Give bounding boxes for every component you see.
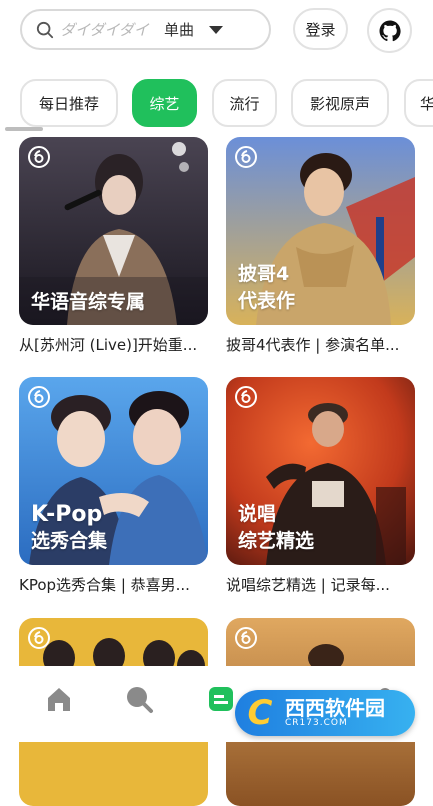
playlist-cover[interactable]: 披哥4 代表作: [226, 137, 415, 325]
playlist-caption[interactable]: KPop选秀合集 | 恭喜男...: [19, 574, 208, 595]
tab-variety[interactable]: 综艺: [132, 79, 197, 127]
playlist-caption[interactable]: 从[苏州河 (Live)]开始重...: [19, 334, 208, 355]
playlist-icon[interactable]: [206, 684, 236, 714]
playlist-cover[interactable]: 华语音综专属: [19, 137, 208, 325]
netease-music-icon: [28, 627, 50, 649]
search-icon: [36, 21, 54, 38]
playlist-card[interactable]: 华语音综专属 从[苏州河 (Live)]开始重...: [19, 137, 208, 355]
tab-daily[interactable]: 每日推荐: [20, 79, 118, 127]
playlist-caption[interactable]: 说唱综艺精选 | 记录每...: [226, 574, 415, 595]
home-icon[interactable]: [44, 684, 74, 714]
watermark-logo: C 西西软件园 CR173.COM: [235, 690, 415, 736]
playlist-caption[interactable]: 披哥4代表作 | 参演名单...: [226, 334, 415, 355]
netease-music-icon: [235, 627, 257, 649]
tab-chinese[interactable]: 华: [404, 79, 433, 127]
watermark-brand: 西西软件园: [285, 695, 385, 720]
tab-pop[interactable]: 流行: [212, 79, 277, 127]
watermark-url: CR173.COM: [285, 717, 348, 728]
playlist-cover[interactable]: 说唱 综艺精选: [226, 377, 415, 565]
playlist-card[interactable]: 披哥4 代表作 披哥4代表作 | 参演名单...: [226, 137, 415, 355]
category-tabs: 每日推荐 综艺 流行 影视原声 华: [20, 79, 433, 127]
netease-music-icon: [235, 146, 257, 168]
playlist-cover[interactable]: K-Pop 选秀合集: [19, 377, 208, 565]
chevron-down-icon[interactable]: [208, 25, 224, 35]
search-input[interactable]: ダイダイダイ: [60, 19, 156, 40]
cover-title: 披哥4 代表作: [238, 263, 296, 312]
search-icon[interactable]: [124, 684, 154, 714]
cover-title: K-Pop 选秀合集: [31, 502, 108, 552]
github-button[interactable]: [367, 8, 412, 53]
playlist-card[interactable]: 说唱 综艺精选 说唱综艺精选 | 记录每...: [226, 377, 415, 595]
cover-title: 华语音综专属: [31, 291, 146, 313]
search-bar[interactable]: ダイダイダイ 单曲: [20, 9, 271, 50]
netease-music-icon: [28, 146, 50, 168]
login-button[interactable]: 登录: [293, 8, 348, 50]
search-type-select[interactable]: 单曲: [164, 19, 194, 40]
netease-music-icon: [235, 386, 257, 408]
cover-title: 说唱 综艺精选: [238, 503, 315, 552]
tab-soundtrack[interactable]: 影视原声: [291, 79, 389, 127]
netease-music-icon: [28, 386, 50, 408]
playlist-card[interactable]: K-Pop 选秀合集 KPop选秀合集 | 恭喜男...: [19, 377, 208, 595]
scroll-indicator: [5, 127, 43, 131]
watermark-emblem: C: [247, 693, 273, 733]
header: ダイダイダイ 单曲 登录: [0, 0, 433, 62]
github-icon: [379, 20, 401, 41]
